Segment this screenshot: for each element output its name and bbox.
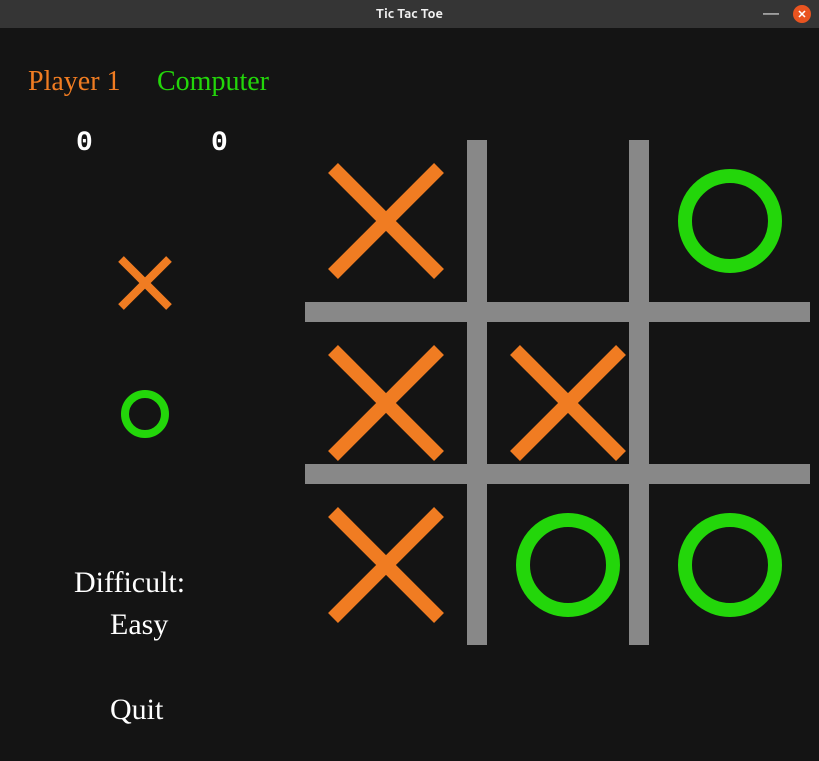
game-area: Player 1 Computer 0 0 Difficult: Easy Qu…: [0, 28, 819, 761]
cell-0-2[interactable]: [649, 140, 811, 302]
x-mark-icon: [321, 156, 451, 286]
grid-line-horizontal-1: [305, 302, 810, 322]
o-mark-icon: [508, 505, 628, 625]
window-title: Tic Tac Toe: [0, 7, 819, 21]
minimize-icon[interactable]: —: [763, 6, 779, 22]
cell-1-2[interactable]: [649, 322, 811, 484]
quit-button[interactable]: Quit: [110, 693, 163, 727]
close-icon[interactable]: ✕: [793, 5, 811, 23]
cell-2-2[interactable]: [649, 484, 811, 646]
difficulty-value[interactable]: Easy: [110, 608, 168, 642]
window-titlebar: Tic Tac Toe — ✕: [0, 0, 819, 28]
cell-1-1[interactable]: [487, 322, 649, 484]
cell-0-0[interactable]: [305, 140, 467, 302]
cell-0-1[interactable]: [487, 140, 649, 302]
x-mark-icon: [321, 338, 451, 468]
computer-label: Computer: [157, 66, 269, 98]
x-mark-icon: [321, 500, 451, 630]
cell-2-1[interactable]: [487, 484, 649, 646]
computer-score: 0: [211, 128, 228, 159]
x-legend-icon: [115, 253, 175, 313]
o-mark-icon: [670, 161, 790, 281]
o-legend-icon: [117, 386, 173, 442]
player1-score: 0: [76, 128, 93, 159]
x-mark-icon: [503, 338, 633, 468]
game-board: [305, 140, 810, 645]
cell-1-0[interactable]: [305, 322, 467, 484]
o-mark-icon: [670, 505, 790, 625]
difficulty-label: Difficult:: [74, 566, 185, 600]
cell-2-0[interactable]: [305, 484, 467, 646]
player1-label: Player 1: [28, 66, 121, 98]
window-controls: — ✕: [763, 5, 811, 23]
grid-line-vertical-1: [467, 140, 487, 645]
